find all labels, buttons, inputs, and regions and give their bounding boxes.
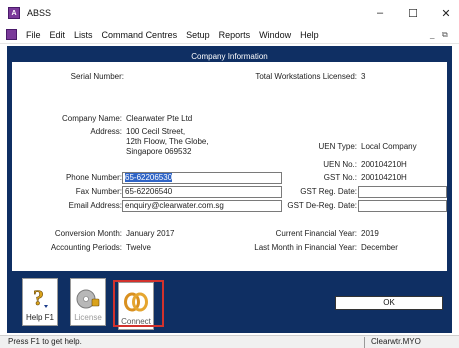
svg-text:?: ? (33, 286, 44, 310)
conversion-month-label: Conversion Month: (54, 229, 122, 238)
fax-label: Fax Number: (75, 187, 122, 196)
maximize-button[interactable]: ☐ (396, 0, 430, 26)
company-name-value: Clearwater Pte Ltd (126, 114, 193, 123)
help-label: Help F1 (25, 313, 54, 322)
company-name-label: Company Name: (61, 114, 122, 123)
serial-number-label: Serial Number: (70, 72, 124, 81)
phone-field[interactable]: 65-62206530 (122, 172, 282, 184)
email-label: Email Address: (68, 201, 122, 210)
gst-reg-date-field[interactable] (358, 186, 447, 198)
connect-highlight-outline (113, 280, 164, 327)
title-bar: A ABSS – ☐ ✕ (0, 0, 459, 26)
license-label: License (74, 313, 102, 322)
menu-help[interactable]: Help (300, 30, 319, 40)
fax-field[interactable]: 65-62206540 (122, 186, 282, 198)
app-icon: A (8, 7, 20, 19)
document-icon[interactable] (6, 29, 17, 40)
menu-bar: File Edit Lists Command Centres Setup Re… (0, 26, 459, 44)
gst-no-value: 200104210H (361, 173, 407, 182)
last-month-label: Last Month in Financial Year: (254, 243, 357, 252)
license-button[interactable]: License (70, 278, 106, 326)
uen-type-value: Local Company (361, 142, 417, 151)
financial-year-value: 2019 (361, 229, 379, 238)
financial-year-label: Current Financial Year: (275, 229, 357, 238)
conversion-month-value: January 2017 (126, 229, 175, 238)
menu-edit[interactable]: Edit (50, 30, 66, 40)
menu-setup[interactable]: Setup (186, 30, 210, 40)
status-bar: Press F1 to get help. Clearwtr.MYO (0, 335, 459, 348)
last-month-value: December (361, 243, 398, 252)
menu-lists[interactable]: Lists (74, 30, 93, 40)
window-title: ABSS (27, 8, 52, 18)
gst-dereg-date-label: GST De-Reg. Date: (287, 201, 357, 210)
mdi-minimize-icon[interactable]: _ (430, 30, 434, 39)
menu-file[interactable]: File (26, 30, 41, 40)
address-label: Address: (90, 127, 122, 136)
address-line-3: Singapore 069532 (126, 147, 192, 156)
gst-reg-date-label: GST Reg. Date: (300, 187, 357, 196)
mdi-restore-icon[interactable]: ⧉ (442, 30, 448, 40)
accounting-periods-label: Accounting Periods: (50, 243, 122, 252)
status-help-text: Press F1 to get help. (8, 337, 82, 346)
menu-reports[interactable]: Reports (219, 30, 251, 40)
ok-button[interactable]: OK (335, 296, 443, 310)
workstations-value: 3 (361, 72, 366, 81)
address-line-1: 100 Cecil Street, (126, 127, 186, 136)
address-line-2: 12th Floow, The Globe, (126, 137, 209, 146)
gst-dereg-date-field[interactable] (358, 200, 447, 212)
phone-value: 65-62206530 (125, 173, 173, 182)
close-button[interactable]: ✕ (429, 0, 459, 26)
uen-no-label: UEN No.: (323, 160, 357, 169)
menu-command-centres[interactable]: Command Centres (102, 30, 178, 40)
help-question-icon: ? (27, 286, 53, 310)
email-value: enquiry@clearwater.com.sg (125, 201, 224, 210)
workstations-label: Total Workstations Licensed: (255, 72, 357, 81)
status-file-name: Clearwtr.MYO (364, 337, 454, 348)
gst-no-label: GST No.: (323, 173, 357, 182)
email-field[interactable]: enquiry@clearwater.com.sg (122, 200, 282, 212)
help-button[interactable]: ? Help F1 (22, 278, 58, 326)
minimize-button[interactable]: – (363, 0, 397, 26)
fax-value: 65-62206540 (125, 187, 173, 196)
accounting-periods-value: Twelve (126, 243, 151, 252)
phone-label: Phone Number: (65, 173, 122, 182)
license-disc-icon (75, 286, 101, 310)
menu-window[interactable]: Window (259, 30, 291, 40)
uen-no-value: 200104210H (361, 160, 407, 169)
dialog-title: Company Information (191, 52, 268, 61)
uen-type-label: UEN Type: (318, 142, 357, 151)
